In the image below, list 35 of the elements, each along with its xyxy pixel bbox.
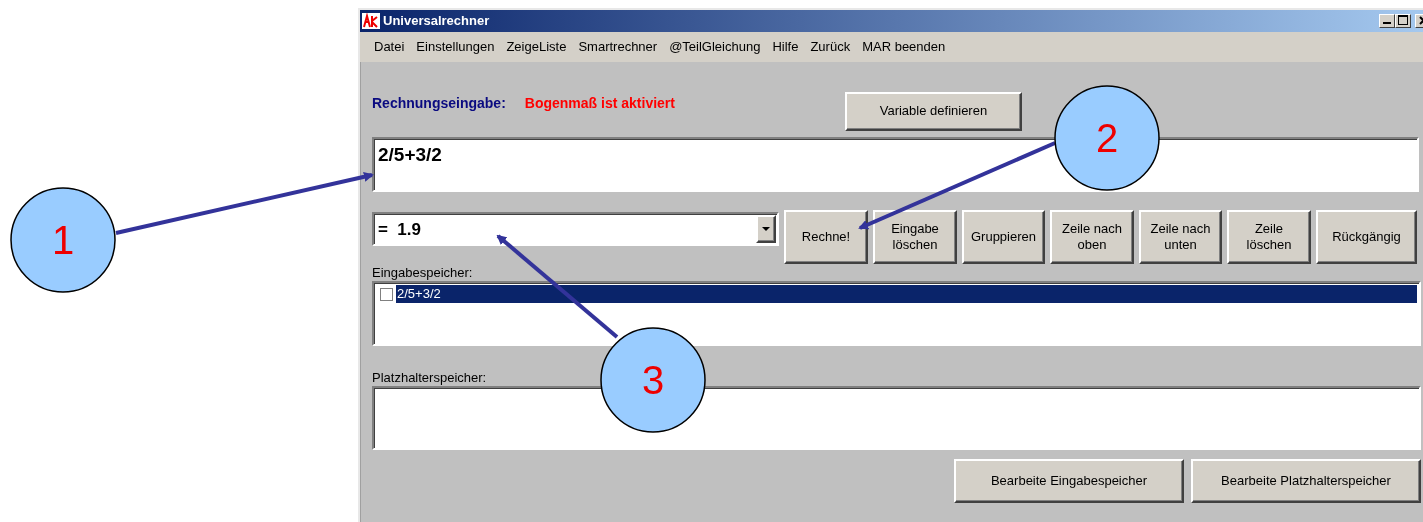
input-label: Rechnungseingabe: (372, 93, 506, 113)
menu-item[interactable]: Hilfe (768, 37, 807, 57)
minimize-button[interactable] (1379, 14, 1395, 28)
action-button[interactable]: Zeile nach unten (1139, 210, 1222, 264)
action-button[interactable]: Eingabe löschen (873, 210, 957, 264)
menu-item[interactable]: Einstellungen (412, 37, 503, 57)
menu-item[interactable]: ZeigeListe (502, 37, 575, 57)
window-title: Universalrechner (383, 12, 490, 31)
dropdown-button[interactable] (756, 215, 776, 243)
maximize-icon (1398, 15, 1408, 25)
mode-notice: Bogenmaß ist aktiviert (524, 93, 675, 113)
action-button[interactable]: Rückgängig (1316, 210, 1417, 264)
list-item[interactable]: 2/5+3/2 (396, 285, 1417, 303)
action-button[interactable]: Rechne! (784, 210, 868, 264)
minimize-icon (1383, 22, 1391, 25)
maximize-button[interactable] (1395, 14, 1411, 28)
menu-item[interactable]: Smartrechner (574, 37, 666, 57)
edit-memory-button[interactable]: Bearbeite Platzhalterspeicher (1191, 459, 1421, 503)
result-dropdown[interactable]: = 1.9 (372, 212, 779, 246)
list-label: Eingabespeicher: (372, 265, 473, 281)
menu-item[interactable]: MAR beenden (858, 37, 954, 57)
callout-number: 1 (51, 218, 75, 262)
action-button[interactable]: Gruppieren (962, 210, 1045, 264)
list-label: Platzhalterspeicher: (372, 370, 487, 386)
menu-item[interactable]: @TeilGleichung (665, 37, 769, 57)
define-variable-button[interactable]: Variable definieren (844, 91, 1022, 131)
checkbox[interactable] (380, 287, 393, 301)
menu-item[interactable]: Datei (370, 37, 413, 57)
app-logo-icon (362, 13, 380, 29)
edit-memory-button[interactable]: Bearbeite Eingabespeicher (954, 459, 1184, 503)
action-button[interactable]: Zeile nach oben (1050, 210, 1134, 264)
callout-number: 3 (641, 358, 665, 402)
caret-icon (762, 227, 770, 231)
action-button[interactable]: Zeile löschen (1227, 210, 1311, 264)
menu-item[interactable]: Zurück (806, 37, 859, 57)
